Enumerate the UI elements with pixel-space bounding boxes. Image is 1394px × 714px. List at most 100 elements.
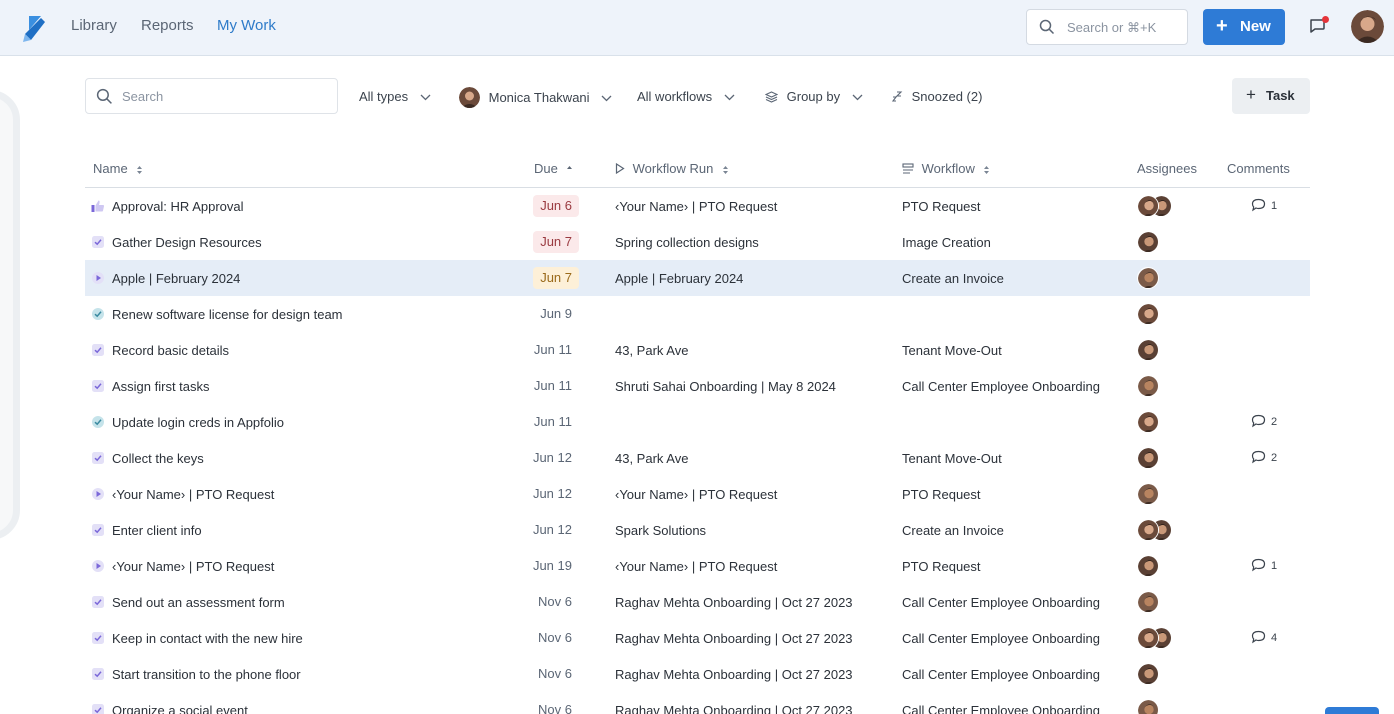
- task-name[interactable]: ‹Your Name› | PTO Request: [112, 487, 274, 502]
- workflow-run-link[interactable]: ‹Your Name› | PTO Request: [615, 487, 777, 502]
- task-checkbox-icon[interactable]: [91, 523, 105, 537]
- task-checkbox-icon[interactable]: [91, 451, 105, 465]
- add-task-button[interactable]: + Task: [1232, 78, 1310, 114]
- task-name[interactable]: Apple | February 2024: [112, 271, 240, 286]
- search-icon: [96, 88, 112, 104]
- task-checkbox-icon[interactable]: [91, 595, 105, 609]
- column-name[interactable]: Name: [93, 161, 143, 176]
- column-due[interactable]: Due: [534, 161, 573, 176]
- workflow-run-link[interactable]: 43, Park Ave: [615, 451, 688, 466]
- column-workflow-run[interactable]: Workflow Run: [615, 161, 729, 176]
- approval-icon[interactable]: [91, 199, 105, 213]
- check-circle-icon[interactable]: [91, 415, 105, 429]
- workflow-name[interactable]: Call Center Employee Onboarding: [902, 703, 1100, 714]
- workflow-name[interactable]: Tenant Move-Out: [902, 451, 1002, 466]
- task-search-input[interactable]: Search: [85, 78, 338, 114]
- workflow-name[interactable]: PTO Request: [902, 559, 981, 574]
- workflow-run-link[interactable]: Apple | February 2024: [615, 271, 743, 286]
- workflow-run-link[interactable]: Raghav Mehta Onboarding | Oct 27 2023: [615, 595, 853, 610]
- task-checkbox-icon[interactable]: [91, 379, 105, 393]
- table-row[interactable]: Keep in contact with the new hire Nov 6 Ra…: [85, 620, 1310, 656]
- comment-count[interactable]: 1: [1251, 558, 1277, 573]
- table-row[interactable]: ‹Your Name› | PTO Request Jun 19 ‹Your Nam…: [85, 548, 1310, 584]
- workflow-run-link[interactable]: Raghav Mehta Onboarding | Oct 27 2023: [615, 631, 853, 646]
- workflow-run-link[interactable]: Shruti Sahai Onboarding | May 8 2024: [615, 379, 836, 394]
- user-avatar[interactable]: [1351, 10, 1384, 43]
- table-row[interactable]: Organize a social event Nov 6 Raghav Mehta…: [85, 692, 1310, 714]
- workflow-run-icon[interactable]: [91, 487, 105, 501]
- task-name[interactable]: Renew software license for design team: [112, 307, 343, 322]
- task-name[interactable]: Organize a social event: [112, 703, 248, 714]
- task-checkbox-icon[interactable]: [91, 235, 105, 249]
- workflow-run-link[interactable]: Spring collection designs: [615, 235, 759, 250]
- avatar: [1137, 231, 1159, 253]
- column-workflow[interactable]: Workflow: [902, 161, 990, 176]
- workflow-run-link[interactable]: Raghav Mehta Onboarding | Oct 27 2023: [615, 667, 853, 682]
- nav-library[interactable]: Library: [71, 17, 117, 34]
- task-name[interactable]: Keep in contact with the new hire: [112, 631, 303, 646]
- task-name[interactable]: Gather Design Resources: [112, 235, 262, 250]
- workflow-name[interactable]: Create an Invoice: [902, 523, 1004, 538]
- table-row[interactable]: Apple | February 2024 Jun 7 Apple | Februa…: [85, 260, 1310, 296]
- workflow-run-link[interactable]: Raghav Mehta Onboarding | Oct 27 2023: [615, 703, 853, 714]
- assignee-filter[interactable]: Monica Thakwani: [459, 87, 612, 108]
- task-name[interactable]: ‹Your Name› | PTO Request: [112, 559, 274, 574]
- table-row[interactable]: Renew software license for design team Ju…: [85, 296, 1310, 332]
- workflow-run-link[interactable]: ‹Your Name› | PTO Request: [615, 199, 777, 214]
- group-by-label: Group by: [786, 89, 841, 104]
- task-name[interactable]: Approval: HR Approval: [112, 199, 244, 214]
- task-name[interactable]: Collect the keys: [112, 451, 204, 466]
- table-row[interactable]: Assign first tasks Jun 11 Shruti Sahai Onb…: [85, 368, 1310, 404]
- task-name[interactable]: Assign first tasks: [112, 379, 210, 394]
- workflow-name[interactable]: PTO Request: [902, 199, 981, 214]
- due-date: Nov 6: [538, 594, 572, 609]
- table-row[interactable]: Start transition to the phone floor Nov 6…: [85, 656, 1310, 692]
- snoozed-filter[interactable]: Snoozed (2): [891, 88, 982, 106]
- task-name[interactable]: Update login creds in Appfolio: [112, 415, 284, 430]
- workflow-run-link[interactable]: 43, Park Ave: [615, 343, 688, 358]
- global-search[interactable]: Search or ⌘+K: [1026, 9, 1188, 45]
- new-button[interactable]: + New: [1203, 9, 1285, 45]
- workflow-name[interactable]: PTO Request: [902, 487, 981, 502]
- group-by-filter[interactable]: Group by: [764, 88, 863, 106]
- table-row[interactable]: Update login creds in Appfolio Jun 11 2: [85, 404, 1310, 440]
- nav-reports[interactable]: Reports: [141, 17, 194, 34]
- check-circle-icon[interactable]: [91, 307, 105, 321]
- table-row[interactable]: Record basic details Jun 11 43, Park Ave Te…: [85, 332, 1310, 368]
- workflow-run-link[interactable]: Spark Solutions: [615, 523, 706, 538]
- task-name[interactable]: Start transition to the phone floor: [112, 667, 301, 682]
- table-row[interactable]: Send out an assessment form Nov 6 Raghav M…: [85, 584, 1310, 620]
- workflow-name[interactable]: Call Center Employee Onboarding: [902, 631, 1100, 646]
- table-row[interactable]: Approval: HR Approval Jun 6 ‹Your Name› | …: [85, 188, 1310, 224]
- workflow-run-link[interactable]: ‹Your Name› | PTO Request: [615, 559, 777, 574]
- comment-count[interactable]: 2: [1251, 450, 1277, 465]
- table-row[interactable]: Enter client info Jun 12 Spark Solutions Cr…: [85, 512, 1310, 548]
- avatar: [1137, 267, 1159, 289]
- workflow-name[interactable]: Create an Invoice: [902, 271, 1004, 286]
- comment-count[interactable]: 1: [1251, 198, 1277, 213]
- workflow-run-icon[interactable]: [91, 271, 105, 285]
- table-row[interactable]: ‹Your Name› | PTO Request Jun 12 ‹Your Nam…: [85, 476, 1310, 512]
- nav-my-work[interactable]: My Work: [217, 17, 276, 34]
- task-checkbox-icon[interactable]: [91, 631, 105, 645]
- workflow-run-icon[interactable]: [91, 559, 105, 573]
- task-name[interactable]: Enter client info: [112, 523, 202, 538]
- types-filter[interactable]: All types: [359, 88, 431, 106]
- help-button[interactable]: [1325, 707, 1379, 714]
- task-checkbox-icon[interactable]: [91, 667, 105, 681]
- table-row[interactable]: Collect the keys Jun 12 43, Park Ave Tenant…: [85, 440, 1310, 476]
- workflow-name[interactable]: Call Center Employee Onboarding: [902, 595, 1100, 610]
- workflow-name[interactable]: Tenant Move-Out: [902, 343, 1002, 358]
- workflow-name[interactable]: Call Center Employee Onboarding: [902, 667, 1100, 682]
- workflows-filter[interactable]: All workflows: [637, 88, 735, 106]
- task-checkbox-icon[interactable]: [91, 343, 105, 357]
- workflow-name[interactable]: Call Center Employee Onboarding: [902, 379, 1100, 394]
- task-checkbox-icon[interactable]: [91, 703, 105, 714]
- task-name[interactable]: Record basic details: [112, 343, 229, 358]
- logo-icon[interactable]: [19, 12, 51, 44]
- comment-count[interactable]: 2: [1251, 414, 1277, 429]
- comment-count[interactable]: 4: [1251, 630, 1277, 645]
- task-name[interactable]: Send out an assessment form: [112, 595, 285, 610]
- table-row[interactable]: Gather Design Resources Jun 7 Spring colle…: [85, 224, 1310, 260]
- workflow-name[interactable]: Image Creation: [902, 235, 991, 250]
